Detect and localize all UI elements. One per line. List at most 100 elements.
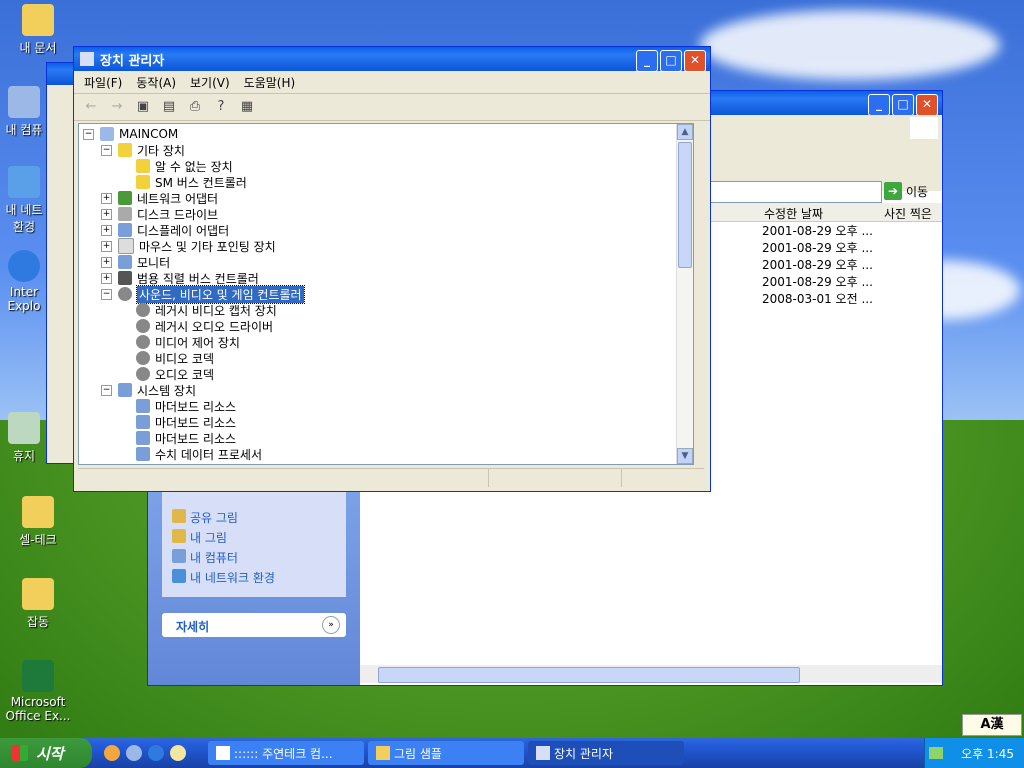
disk-icon (118, 207, 132, 221)
folder-icon (22, 4, 54, 36)
scroll-up-button[interactable]: ▲ (677, 124, 693, 140)
expand-icon[interactable]: + (101, 224, 112, 236)
details-panel-header[interactable]: 자세히 » (162, 613, 346, 637)
tree-node-legacy-audio[interactable]: 레거시 오디오 드라이버 (136, 318, 273, 334)
scroll-down-button[interactable]: ▼ (677, 448, 693, 464)
tree-node-root[interactable]: − MAINCOM (83, 126, 178, 142)
tree-node-smbus[interactable]: SM 버스 컨트롤러 (136, 174, 247, 190)
messenger-icon[interactable] (170, 745, 186, 761)
desktop-icon[interactable] (126, 745, 142, 761)
maximize-button[interactable]: □ (660, 50, 682, 72)
go-button[interactable]: ➔ 이동 (884, 181, 940, 201)
excel-icon (22, 660, 54, 692)
forward-icon[interactable]: → (108, 99, 126, 115)
tree-node-unknown-device[interactable]: 알 수 없는 장치 (136, 158, 233, 174)
tree-node-video-codec[interactable]: 비디오 코덱 (136, 350, 214, 366)
tree-node-motherboard[interactable]: 마더보드 리소스 (136, 414, 236, 430)
desktop-icon-excel[interactable]: Microsoft Office Ex... (0, 660, 76, 723)
expand-icon[interactable]: + (101, 272, 112, 284)
collapse-icon[interactable]: − (101, 288, 112, 300)
tree-node-monitor[interactable]: + 모니터 (101, 254, 170, 270)
status-pane (622, 469, 704, 487)
network-status-icon[interactable] (929, 747, 944, 759)
device-manager-titlebar[interactable]: 장치 관리자 _ □ ✕ (74, 47, 710, 72)
desktop-icon-recycle-bin[interactable]: 휴지 (0, 412, 48, 464)
tree-node-audio-codec[interactable]: 오디오 코덱 (136, 366, 214, 382)
internet-explorer-icon[interactable] (148, 745, 164, 761)
tree-node-numeric-processor[interactable]: 수치 데이터 프로세서 (136, 446, 262, 462)
expand-icon[interactable]: + (101, 208, 112, 220)
collapse-icon[interactable]: − (101, 144, 112, 156)
expand-icon[interactable]: + (101, 192, 112, 204)
expand-icon[interactable]: + (101, 256, 112, 268)
start-button[interactable]: 시작 (0, 738, 92, 768)
close-button[interactable]: ✕ (684, 50, 706, 72)
tree-node-network[interactable]: + 네트워크 어댑터 (101, 190, 218, 206)
link-shared-pictures[interactable]: 공유 그림 (172, 509, 238, 526)
chevron-down-icon[interactable]: » (322, 616, 340, 634)
tree-node-display[interactable]: + 디스플레이 어댑터 (101, 222, 229, 238)
task-button-picture-samples[interactable]: 그림 샘플 (368, 741, 524, 765)
desktop-icon-cell-tech[interactable]: 셀-테크 (0, 496, 76, 548)
column-header-modified[interactable]: 수정한 날짜 (764, 205, 823, 222)
back-icon[interactable]: ← (82, 99, 100, 115)
properties-icon[interactable]: ▤ (160, 99, 178, 115)
vertical-scrollbar[interactable]: ▲ ▼ (676, 124, 693, 464)
task-button-browser[interactable]: :::::: 주연테크 컴... (208, 741, 364, 765)
desktop-icon-network[interactable]: 내 네트 환경 (0, 166, 48, 235)
ime-indicator[interactable]: A漢 (962, 714, 1022, 736)
tree-node-media-control[interactable]: 미디어 제어 장치 (136, 334, 240, 350)
warning-icon (136, 175, 150, 189)
link-my-computer[interactable]: 내 컴퓨터 (172, 549, 238, 566)
tree-node-other-devices[interactable]: − 기타 장치 (101, 142, 185, 158)
horizontal-scrollbar[interactable] (360, 665, 942, 683)
list-item-date: 2001-08-29 오후 ... (762, 275, 873, 289)
collapse-icon[interactable]: − (101, 384, 112, 396)
device-manager-window[interactable]: 장치 관리자 _ □ ✕ 파일(F) 동작(A) 보기(V) 도움말(H) ← … (73, 46, 711, 492)
close-button[interactable]: ✕ (916, 94, 938, 116)
system-device-icon (136, 415, 150, 429)
device-tree[interactable]: − MAINCOM − 기타 장치 알 수 없는 장치 SM 버스 컨트롤러 + 네트… (78, 123, 694, 465)
menu-action[interactable]: 동작(A) (136, 74, 176, 91)
desktop-icon-my-computer[interactable]: 내 컴퓨 (0, 86, 48, 138)
task-button-device-manager[interactable]: 장치 관리자 (528, 741, 684, 765)
show-hide-tree-icon[interactable]: ▣ (134, 99, 152, 115)
scrollbar-thumb[interactable] (678, 142, 692, 268)
scan-hardware-icon[interactable]: ▦ (238, 99, 256, 115)
date-list: 2001-08-29 오후 ... 2001-08-29 오후 ... 2001… (762, 223, 873, 308)
menu-file[interactable]: 파일(F) (84, 74, 122, 91)
desktop-icon-misc[interactable]: 잡동 (0, 578, 76, 630)
desktop-icon-my-documents[interactable]: 내 문서 (0, 4, 76, 56)
tree-node-usb[interactable]: + 범용 직렬 버스 컨트롤러 (101, 270, 259, 286)
tree-node-motherboard[interactable]: 마더보드 리소스 (136, 398, 236, 414)
desktop-icon-internet-explorer[interactable]: Inter Explo (0, 250, 48, 313)
clock[interactable]: 오후 1:45 (961, 745, 1014, 762)
address-input[interactable] (710, 181, 882, 203)
link-my-pictures[interactable]: 내 그림 (172, 529, 227, 546)
tree-node-system[interactable]: − 시스템 장치 (101, 382, 196, 398)
help-icon[interactable]: ? (212, 99, 230, 115)
tree-node-disk[interactable]: + 디스크 드라이브 (101, 206, 218, 222)
tree-node-motherboard[interactable]: 마더보드 리소스 (136, 430, 236, 446)
link-my-network[interactable]: 내 네트워크 환경 (172, 569, 275, 586)
speaker-icon (136, 319, 150, 333)
minimize-button[interactable]: _ (636, 50, 658, 72)
explorer-task-pane: 공유 그림 내 그림 내 컴퓨터 내 네트워크 환경 자세히 » (148, 491, 360, 685)
print-icon[interactable]: ⎙ (186, 99, 204, 115)
column-header-taken[interactable]: 사진 찍은 (884, 205, 932, 222)
maximize-button[interactable]: □ (892, 94, 914, 116)
media-player-icon[interactable] (104, 745, 120, 761)
tree-node-sound[interactable]: − 사운드, 비디오 및 게임 컨트롤러 (101, 284, 305, 304)
tree-node-legacy-video[interactable]: 레거시 비디오 캡처 장치 (136, 302, 277, 318)
menu-view[interactable]: 보기(V) (190, 74, 230, 91)
computer-icon (100, 127, 114, 141)
scrollbar-thumb[interactable] (378, 667, 800, 683)
quick-launch (104, 745, 186, 761)
expand-icon[interactable]: + (101, 240, 112, 252)
collapse-icon[interactable]: − (83, 128, 94, 140)
minimize-button[interactable]: _ (868, 94, 890, 116)
system-device-icon (136, 447, 150, 461)
tree-node-mouse[interactable]: + 마우스 및 기타 포인팅 장치 (101, 238, 276, 254)
menu-help[interactable]: 도움말(H) (244, 74, 296, 91)
status-pane (78, 469, 489, 487)
